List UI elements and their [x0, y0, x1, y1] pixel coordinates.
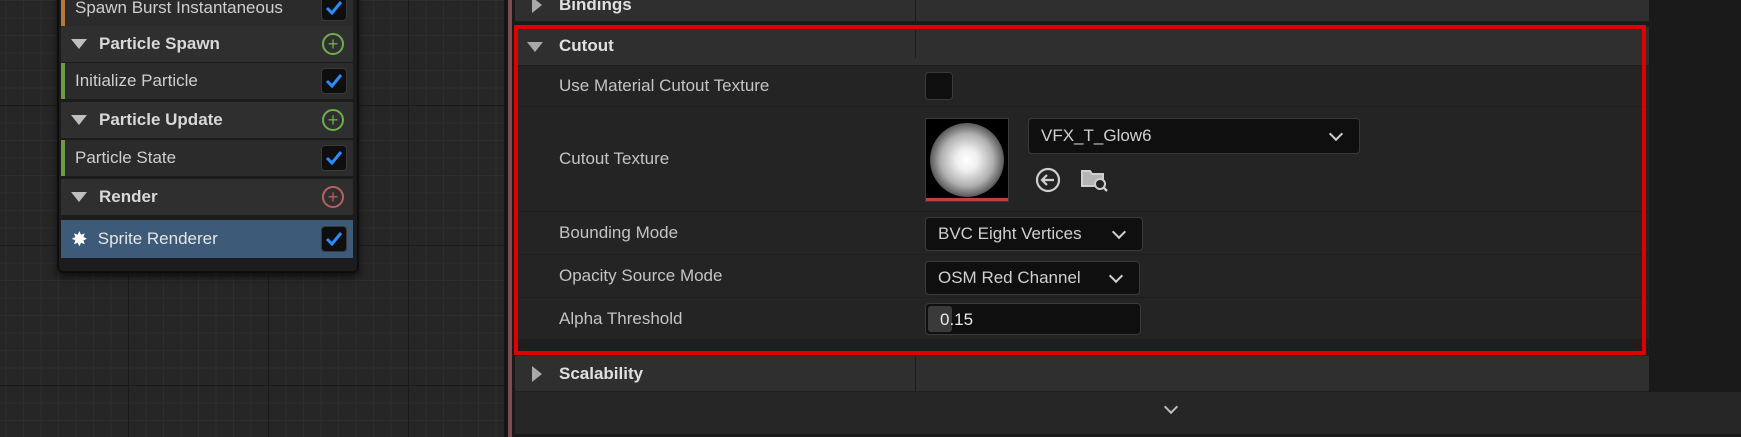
opacity-source-mode-dropdown[interactable]: OSM Red Channel	[925, 261, 1140, 295]
module-sprite-renderer[interactable]: ✸ Sprite Renderer	[61, 220, 353, 258]
collapse-arrow-icon[interactable]	[71, 192, 87, 202]
section-particle-spawn[interactable]: Particle Spawn +	[61, 26, 353, 62]
section-label: Particle Update	[99, 110, 223, 129]
category-scalability[interactable]: Scalability	[515, 356, 1649, 392]
chevron-down-icon	[1111, 224, 1127, 239]
arrow-left-circle-icon	[1035, 167, 1061, 193]
section-label: Render	[99, 187, 158, 206]
dropdown-value: BVC Eight Vertices	[938, 224, 1082, 243]
alpha-threshold-input[interactable]: 0.15	[925, 303, 1141, 335]
use-selected-asset-button[interactable]	[1033, 165, 1063, 195]
glow-texture-preview	[930, 123, 1004, 197]
expand-arrow-icon[interactable]	[532, 365, 542, 382]
expand-arrow-icon[interactable]	[532, 0, 542, 13]
section-particle-update[interactable]: Particle Update +	[61, 102, 353, 138]
module-enable-checkbox[interactable]	[321, 226, 347, 252]
module-label: Initialize Particle	[75, 71, 198, 90]
details-footer	[515, 392, 1741, 434]
category-label: Bindings	[559, 0, 632, 14]
sprite-renderer-icon: ✸	[71, 228, 88, 251]
section-render[interactable]: Render +	[61, 179, 353, 215]
module-spawn-burst-instantaneous[interactable]: Spawn Burst Instantaneous	[61, 0, 353, 26]
property-label: Alpha Threshold	[559, 308, 683, 328]
property-label: Bounding Mode	[559, 223, 679, 242]
checkmark-icon	[325, 74, 343, 89]
category-bindings[interactable]: Bindings	[515, 0, 1649, 22]
add-renderer-icon[interactable]: +	[322, 186, 344, 208]
module-enable-checkbox[interactable]	[321, 145, 347, 171]
module-particle-state[interactable]: Particle State	[61, 140, 353, 176]
alpha-threshold-value: 0.15	[940, 310, 974, 329]
category-label: Cutout	[559, 36, 614, 55]
category-cutout[interactable]: Cutout	[515, 27, 1649, 66]
module-label: Sprite Renderer	[97, 229, 218, 248]
checkmark-icon	[325, 232, 343, 247]
property-use-material-cutout-texture: Use Material Cutout Texture	[515, 66, 1649, 107]
property-label: Cutout Texture	[559, 149, 670, 168]
module-label: Particle State	[75, 148, 177, 167]
module-enable-checkbox[interactable]	[321, 68, 347, 94]
texture-type-bar	[926, 198, 1008, 201]
use-material-cutout-texture-checkbox[interactable]	[925, 72, 953, 100]
chevron-down-icon	[1108, 268, 1124, 283]
chevron-down-icon	[1328, 126, 1344, 141]
dropdown-value: OSM Red Channel	[938, 268, 1081, 287]
checkmark-icon	[325, 1, 343, 16]
texture-thumbnail[interactable]	[925, 118, 1009, 202]
module-initialize-particle[interactable]: Initialize Particle	[61, 63, 353, 99]
browse-asset-button[interactable]	[1079, 164, 1109, 194]
property-label: Opacity Source Mode	[559, 266, 723, 285]
checkmark-icon	[325, 151, 343, 166]
property-label: Use Material Cutout Texture	[559, 76, 770, 95]
column-divider[interactable]	[915, 0, 916, 58]
collapse-arrow-icon[interactable]	[527, 42, 543, 52]
module-label: Spawn Burst Instantaneous	[75, 0, 283, 17]
folder-search-icon	[1081, 170, 1108, 192]
column-divider[interactable]	[915, 356, 916, 392]
section-label: Particle Spawn	[99, 34, 220, 53]
module-enable-checkbox[interactable]	[321, 0, 347, 21]
add-module-icon[interactable]: +	[322, 109, 344, 131]
cutout-texture-asset-picker[interactable]: VFX_T_Glow6	[1028, 118, 1360, 154]
add-module-icon[interactable]: +	[322, 33, 344, 55]
asset-name: VFX_T_Glow6	[1041, 126, 1152, 145]
bounding-mode-dropdown[interactable]: BVC Eight Vertices	[925, 217, 1143, 251]
cutout-spacer	[515, 340, 1649, 356]
collapse-arrow-icon[interactable]	[71, 115, 87, 125]
collapse-arrow-icon[interactable]	[71, 39, 87, 49]
category-label: Scalability	[559, 363, 644, 383]
